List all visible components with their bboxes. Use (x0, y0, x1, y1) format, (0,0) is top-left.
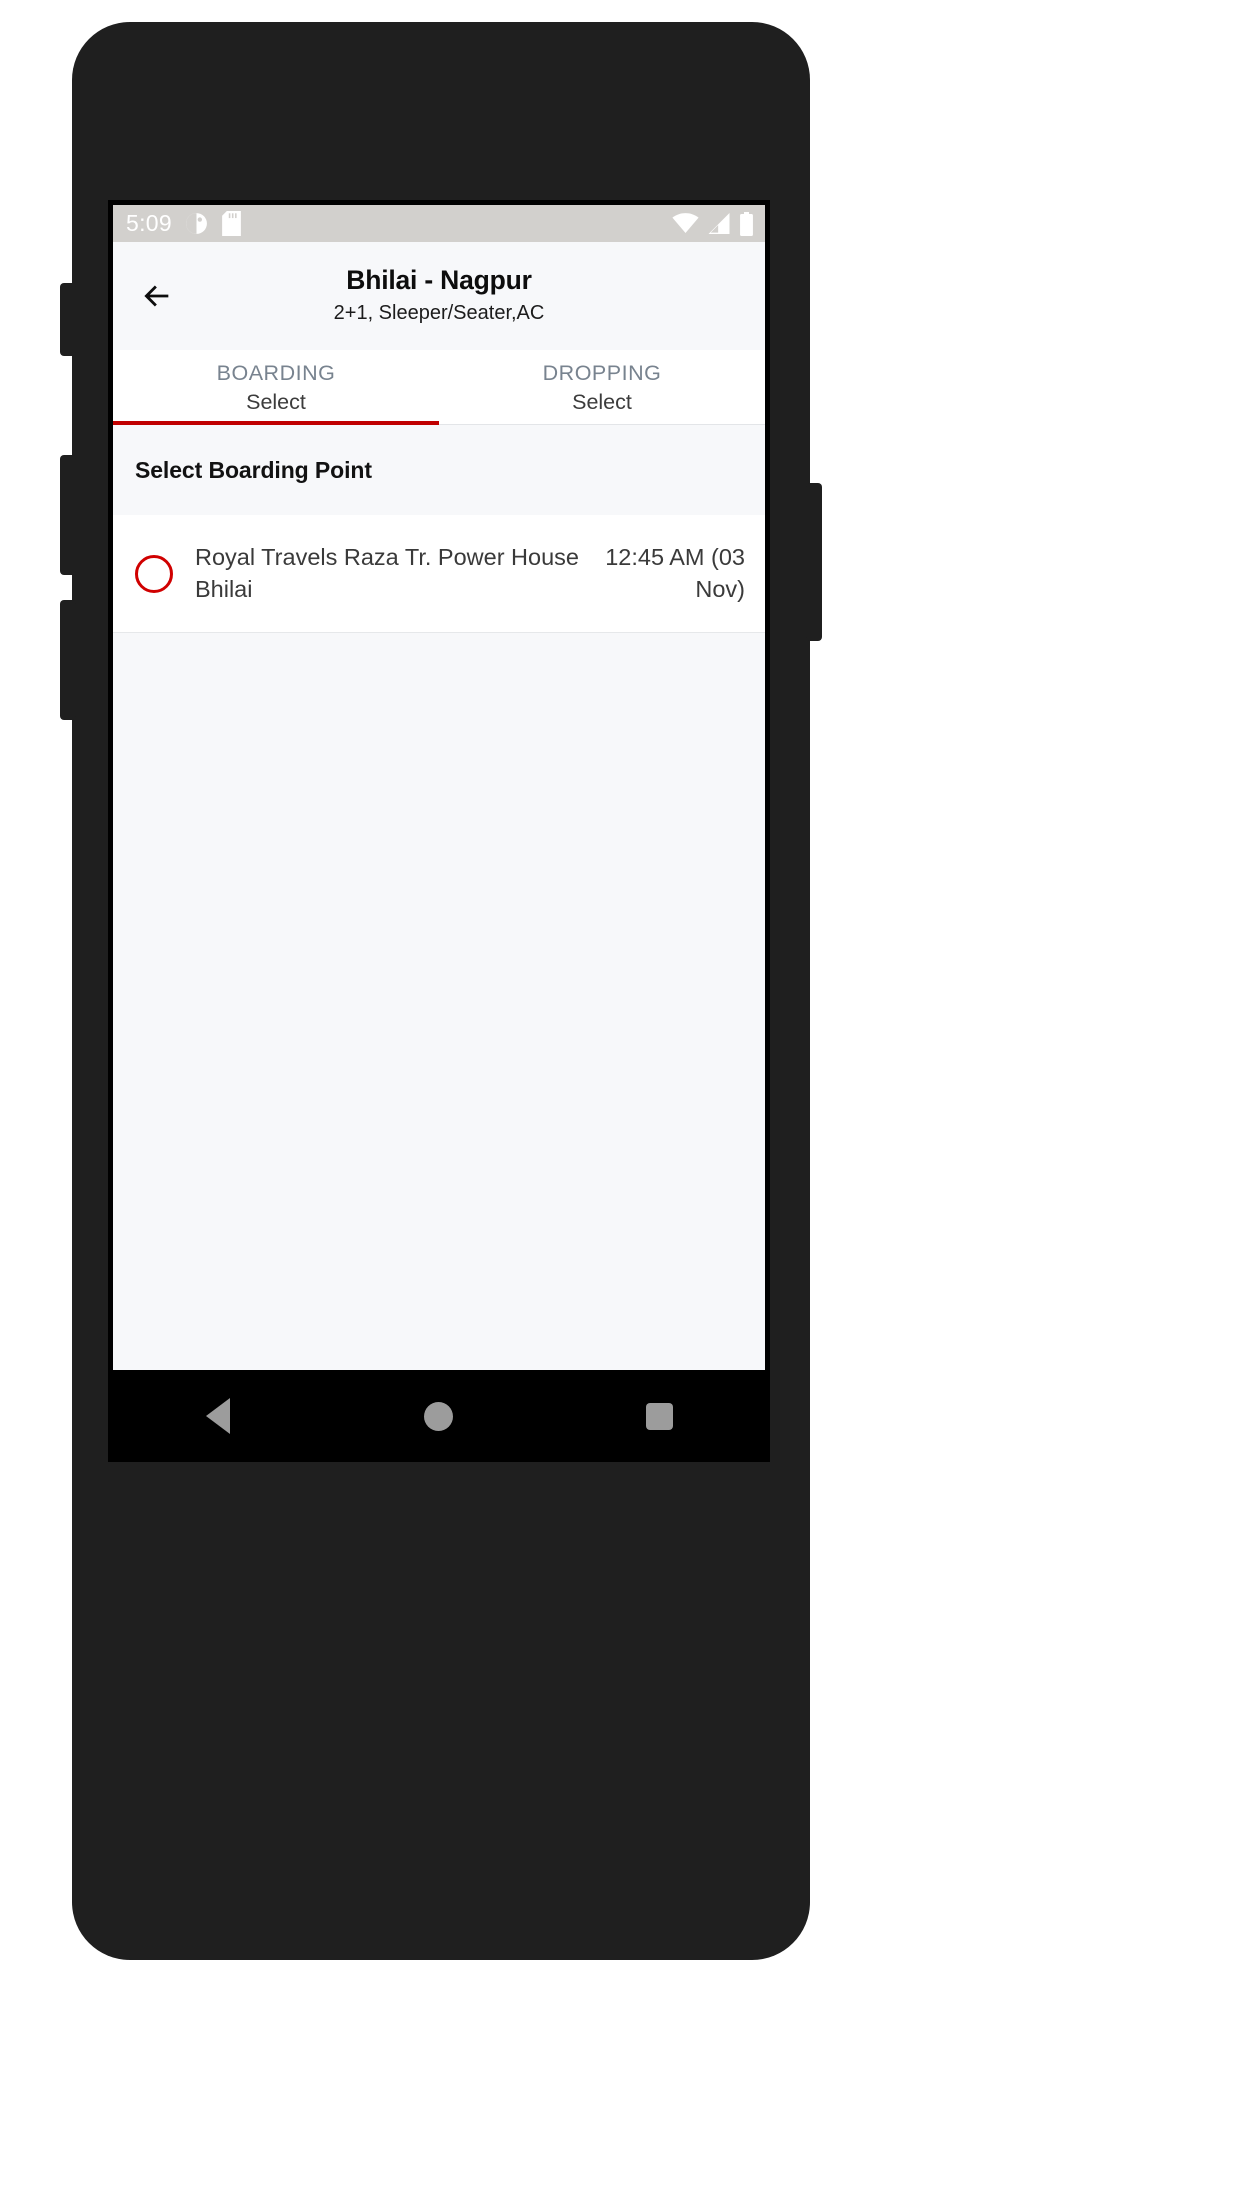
phone-power-button[interactable] (806, 483, 822, 641)
android-nav-bar (108, 1370, 770, 1462)
tab-bar: BOARDING Select DROPPING Select (113, 350, 765, 425)
app-bar: Bhilai - Nagpur 2+1, Sleeper/Seater,AC (113, 242, 765, 350)
tab-dropping-caption: DROPPING (542, 361, 662, 386)
list-item[interactable]: Royal Travels Raza Tr. Power House Bhila… (113, 515, 765, 633)
tab-boarding-caption: BOARDING (216, 361, 336, 386)
radio-button-icon[interactable] (135, 554, 173, 593)
home-circle-icon (424, 1401, 454, 1431)
nav-home-button[interactable] (396, 1380, 482, 1452)
page-subtitle: 2+1, Sleeper/Seater,AC (333, 301, 545, 324)
status-bar: 5:09 (113, 205, 765, 242)
screen-content: 5:09 Bhilai - Nagpur 2+1, Sleeper/Seater… (113, 205, 765, 1370)
section-header-title: Select Boarding Point (135, 456, 372, 483)
boarding-point-time: 12:45 AM (03 Nov) (605, 544, 745, 602)
app-content: Bhilai - Nagpur 2+1, Sleeper/Seater,AC B… (113, 242, 765, 1370)
battery-icon (739, 211, 754, 236)
nav-back-button[interactable] (175, 1380, 261, 1452)
app-bar-titles: Bhilai - Nagpur 2+1, Sleeper/Seater,AC (113, 265, 765, 326)
status-bar-left: 5:09 (126, 211, 242, 236)
wifi-icon (672, 213, 699, 234)
recents-square-icon (646, 1402, 674, 1430)
page-title: Bhilai - Nagpur (346, 265, 532, 296)
nav-recents-button[interactable] (617, 1380, 703, 1452)
boarding-point-name: Royal Travels Raza Tr. Power House Bhila… (195, 544, 579, 602)
back-button[interactable] (133, 272, 181, 320)
tab-active-indicator (113, 421, 439, 425)
screenshot-root: 5:09 Bhilai - Nagpur 2+1, Sleeper/Seater… (0, 0, 1242, 2208)
sd-card-icon (221, 211, 242, 236)
phone-volume-down-button[interactable] (60, 600, 76, 720)
back-arrow-icon (140, 279, 174, 313)
phone-volume-up-button[interactable] (60, 455, 76, 575)
list-empty-area (113, 633, 765, 1370)
tab-boarding-value: Select (246, 389, 306, 414)
cellular-signal-icon (707, 213, 731, 234)
do-not-disturb-icon (184, 211, 209, 236)
status-bar-clock: 5:09 (126, 210, 172, 236)
tab-dropping-value: Select (572, 389, 632, 414)
tab-boarding[interactable]: BOARDING Select (113, 350, 439, 425)
back-triangle-icon (206, 1398, 231, 1434)
phone-side-button-left-top[interactable] (60, 283, 76, 356)
section-header: Select Boarding Point (113, 425, 765, 515)
tab-dropping[interactable]: DROPPING Select (439, 350, 765, 425)
status-bar-right (672, 211, 754, 236)
device-screen: 5:09 Bhilai - Nagpur 2+1, Sleeper/Seater… (108, 200, 770, 1370)
boarding-point-list: Royal Travels Raza Tr. Power House Bhila… (113, 515, 765, 633)
